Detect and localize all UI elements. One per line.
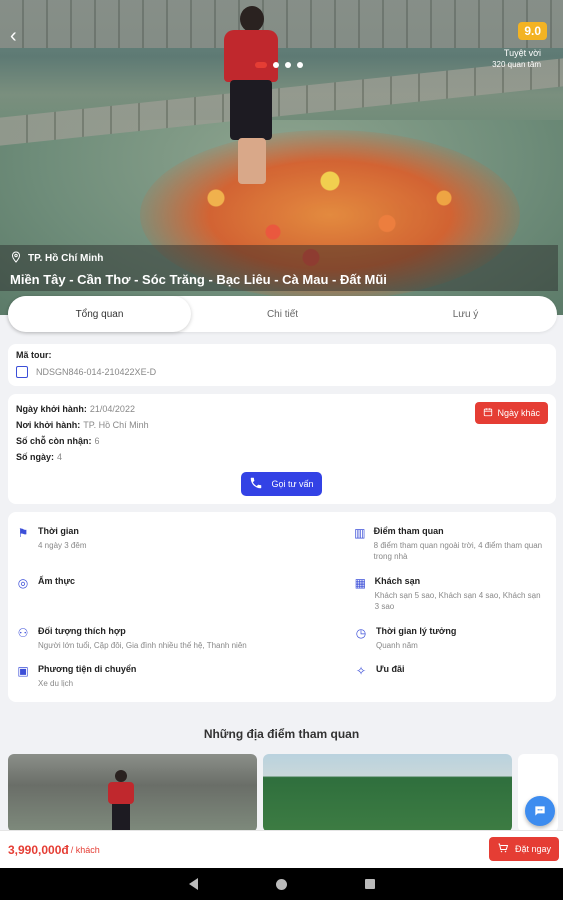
info-time-label: Thời gian xyxy=(38,526,79,536)
tour-code-card: Mã tour: NDSGN846-014-210422XE-D xyxy=(8,344,556,386)
price-unit: / khách xyxy=(70,844,100,855)
cart-icon xyxy=(497,842,509,856)
tour-code-label: Mã tour: xyxy=(16,350,52,360)
location-pin-icon xyxy=(10,251,22,266)
departure-place-label: Nơi khởi hành: xyxy=(16,420,81,430)
call-advice-button[interactable]: Gọi tư vấn xyxy=(241,472,322,496)
nav-back-icon[interactable] xyxy=(188,878,198,890)
seats-value: 6 xyxy=(94,436,100,446)
seats-label: Số chỗ còn nhận: xyxy=(16,436,92,446)
places-section-title: Những địa điểm tham quan xyxy=(203,727,360,741)
info-transport-value: Xe du lịch xyxy=(38,679,74,688)
info-transport: ▣ Phương tiện di chuyển Xe du lịch xyxy=(16,664,266,689)
info-transport-label: Phương tiện di chuyển xyxy=(38,664,137,674)
departure-place-value: TP. Hồ Chí Minh xyxy=(83,420,149,430)
other-date-label: Ngày khác xyxy=(497,408,540,418)
rating-count: 320 quan tâm xyxy=(492,60,541,69)
info-sights: ▥ Điểm tham quan 8 điểm tham quan ngoài … xyxy=(354,526,544,562)
rating-label: Tuyệt vời xyxy=(503,48,541,58)
flag-icon: ⚑ xyxy=(17,526,29,540)
places-carousel[interactable] xyxy=(8,754,558,832)
bus-icon: ▣ xyxy=(17,664,29,678)
info-time-value: 4 ngày 3 đêm xyxy=(38,541,87,550)
info-food: ◎ Ẩm thực xyxy=(16,576,266,590)
info-audience: ⚇ Đối tượng thích hợp Người lớn tuổi, Cặ… xyxy=(16,626,316,651)
book-now-button[interactable]: Đặt ngay xyxy=(489,837,559,861)
hero-image[interactable]: ‹ 9.0 Tuyệt vời 320 quan tâm TP. Hồ Chí … xyxy=(0,0,563,315)
info-sights-value: 8 điểm tham quan ngoài trời, 4 điểm tham… xyxy=(373,541,543,561)
carousel-dot-active[interactable] xyxy=(255,62,267,68)
hero-person-decor xyxy=(222,6,280,186)
location-text: TP. Hồ Chí Minh xyxy=(28,253,104,264)
info-ideal-value: Quanh năm xyxy=(376,641,418,650)
info-promo-label: Ưu đãi xyxy=(376,664,405,674)
days-label: Số ngày: xyxy=(16,452,55,462)
tour-info-card: ⚑ Thời gian 4 ngày 3 đêm ▥ Điểm tham qua… xyxy=(8,512,556,702)
tab-bar: Tổng quan Chi tiết Lưu ý xyxy=(8,296,557,332)
tab-details[interactable]: Chi tiết xyxy=(191,296,374,332)
carousel-indicator[interactable] xyxy=(255,62,303,68)
tour-title: Miền Tây - Cần Thơ - Sóc Trăng - Bạc Liê… xyxy=(10,272,387,287)
info-audience-label: Đối tượng thích hợp xyxy=(38,626,126,636)
departure-card: Ngày khởi hành: 21/04/2022 Nơi khởi hành:… xyxy=(8,394,556,504)
sparkle-icon: ✧ xyxy=(355,664,367,678)
info-audience-value: Người lớn tuổi, Cặp đôi, Gia đình nhiều … xyxy=(38,641,247,650)
info-time: ⚑ Thời gian 4 ngày 3 đêm xyxy=(16,526,266,551)
chat-icon[interactable] xyxy=(525,796,555,826)
info-promo: ✧ Ưu đãi xyxy=(354,664,544,678)
departure-date-label: Ngày khởi hành: xyxy=(16,404,87,414)
booking-bar: 3,990,000đ / khách Đặt ngay xyxy=(0,830,563,868)
hero-dock-decor xyxy=(0,0,563,48)
calendar-icon xyxy=(483,407,493,419)
tab-notes[interactable]: Lưu ý xyxy=(374,296,557,332)
back-arrow-icon[interactable]: ‹ xyxy=(10,26,30,46)
departure-date-value: 21/04/2022 xyxy=(89,404,135,414)
nav-home-icon[interactable] xyxy=(275,878,287,890)
book-now-label: Đặt ngay xyxy=(514,844,552,854)
carousel-dot[interactable] xyxy=(297,62,303,68)
map-icon: ▥ xyxy=(354,526,366,540)
hotel-icon: ▦ xyxy=(354,576,366,590)
carousel-dot[interactable] xyxy=(273,62,279,68)
location-bar: TP. Hồ Chí Minh Miền Tây - Cần Thơ - Sóc… xyxy=(0,245,558,291)
info-hotel-value: Khách sạn 5 sao, Khách sạn 4 sao, Khách … xyxy=(374,591,541,611)
food-icon: ◎ xyxy=(17,576,29,590)
phone-icon xyxy=(249,476,263,492)
group-icon: ⚇ xyxy=(17,626,29,640)
other-date-button[interactable]: Ngày khác xyxy=(475,402,548,424)
days-value: 4 xyxy=(57,452,63,462)
clock-icon: ◷ xyxy=(355,626,367,640)
call-advice-label: Gọi tư vấn xyxy=(271,479,314,489)
info-hotel-label: Khách sạn xyxy=(374,576,421,586)
info-ideal-label: Thời gian lý tưởng xyxy=(376,626,457,636)
rating-badge: 9.0 xyxy=(518,22,547,40)
place-card[interactable] xyxy=(8,754,257,832)
nav-recent-icon[interactable] xyxy=(364,879,375,889)
info-ideal-time: ◷ Thời gian lý tưởng Quanh năm xyxy=(354,626,544,651)
place-card[interactable] xyxy=(263,754,512,832)
price-value: 3,990,000đ xyxy=(8,842,69,857)
info-hotel: ▦ Khách sạn Khách sạn 5 sao, Khách sạn 4… xyxy=(354,576,544,612)
tab-overview[interactable]: Tổng quan xyxy=(8,296,191,332)
info-food-label: Ẩm thực xyxy=(38,576,76,586)
carousel-dot[interactable] xyxy=(285,62,291,68)
info-sights-label: Điểm tham quan xyxy=(373,526,444,536)
copy-icon[interactable] xyxy=(16,366,28,378)
system-nav-bar xyxy=(0,868,563,900)
tour-code-value[interactable]: NDSGN846-014-210422XE-D xyxy=(36,367,156,377)
